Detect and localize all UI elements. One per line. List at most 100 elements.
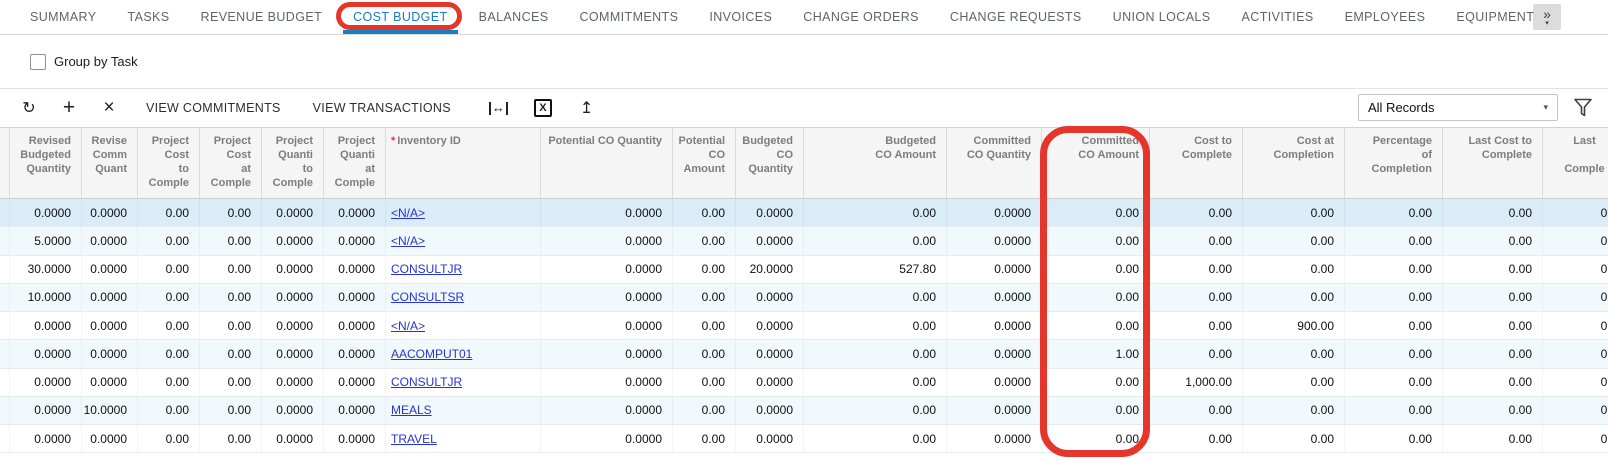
fit-column-width-button[interactable]: ↔ (489, 102, 508, 115)
grid-cell-last-cost-to-complete[interactable]: 0.00 (1443, 312, 1543, 339)
grid-cell-project-cost-to-complete[interactable]: 0.00 (138, 199, 200, 226)
grid-cell-project-quantity-to-complete[interactable]: 0.0000 (262, 199, 324, 226)
tab-cost-budget[interactable]: COST BUDGET (353, 0, 447, 34)
column-header-potential-co-amount[interactable]: PotentialCOAmount (673, 128, 736, 198)
grid-cell-budgeted-co-quantity[interactable]: 20.0000 (736, 256, 804, 283)
grid-cell-revised-budgeted-quantity[interactable]: 0.0000 (10, 199, 82, 226)
grid-cell-cost-at-completion[interactable]: 0.00 (1243, 227, 1345, 254)
grid-cell-revised-committed-quantity[interactable]: 0.0000 (82, 199, 138, 226)
grid-cell-committed-co-amount[interactable]: 0.00 (1042, 199, 1150, 226)
grid-cell-cost-to-complete[interactable]: 0.00 (1150, 227, 1243, 254)
grid-cell-revised-budgeted-quantity[interactable]: 0.0000 (10, 312, 82, 339)
grid-cell-project-quantity-to-complete[interactable]: 0.0000 (262, 369, 324, 396)
grid-cell-committed-co-amount[interactable]: 0.00 (1042, 227, 1150, 254)
grid-cell-committed-co-quantity[interactable]: 0.0000 (947, 369, 1042, 396)
grid-cell-revised-committed-quantity[interactable]: 0.0000 (82, 284, 138, 311)
grid-cell-committed-co-amount[interactable]: 0.00 (1042, 369, 1150, 396)
grid-cell-cost-at-completion[interactable]: 0.00 (1243, 256, 1345, 283)
records-filter-dropdown[interactable]: All Records ▾ (1358, 94, 1558, 121)
inventory-id-link[interactable]: AACOMPUT01 (391, 347, 472, 361)
column-header-revised-budgeted-quantity[interactable]: RevisedBudgetedQuantity (10, 128, 82, 198)
grid-cell-cost-to-complete[interactable]: 1,000.00 (1150, 369, 1243, 396)
grid-cell-committed-co-quantity[interactable]: 0.0000 (947, 312, 1042, 339)
inventory-id-link[interactable]: CONSULTJR (391, 375, 462, 389)
column-header-percentage-of-completion[interactable]: PercentageofCompletion (1345, 128, 1443, 198)
column-header-project-quantity-to-complete[interactable]: ProjectQuantitoComple (262, 128, 324, 198)
view-transactions-button[interactable]: VIEW TRANSACTIONS (301, 94, 463, 122)
grid-cell-potential-co-quantity[interactable]: 0.0000 (541, 369, 673, 396)
grid-cell-budgeted-co-amount[interactable]: 0.00 (804, 199, 947, 226)
grid-cell-budgeted-co-quantity[interactable]: 0.0000 (736, 425, 804, 452)
grid-cell-inventory-id[interactable]: <N/A> (386, 227, 541, 254)
grid-cell-project-cost-at-completion[interactable]: 0.00 (200, 340, 262, 367)
grid-cell-potential-co-quantity[interactable]: 0.0000 (541, 425, 673, 452)
column-header-cost-to-complete[interactable]: Cost toComplete (1150, 128, 1243, 198)
table-row[interactable]: 10.00000.00000.000.000.00000.0000CONSULT… (0, 284, 1608, 312)
grid-cell-row-selector[interactable] (0, 312, 10, 339)
grid-cell-committed-co-quantity[interactable]: 0.0000 (947, 284, 1042, 311)
grid-cell-percentage-of-completion[interactable]: 0.00 (1345, 425, 1443, 452)
grid-cell-revised-committed-quantity[interactable]: 0.0000 (82, 369, 138, 396)
grid-cell-cost-at-completion[interactable]: 0.00 (1243, 369, 1345, 396)
column-header-project-quantity-at-completion[interactable]: ProjectQuantiatComple (324, 128, 386, 198)
grid-cell-project-quantity-at-completion[interactable]: 0.0000 (324, 284, 386, 311)
grid-cell-project-quantity-to-complete[interactable]: 0.0000 (262, 227, 324, 254)
grid-cell-row-selector[interactable] (0, 425, 10, 452)
grid-cell-percentage-of-completion[interactable]: 0.00 (1345, 284, 1443, 311)
delete-row-button[interactable]: × (92, 94, 126, 122)
upload-button[interactable]: ↥ (580, 94, 593, 122)
inventory-id-link[interactable]: <N/A> (391, 234, 425, 248)
grid-cell-last-cost-to-complete[interactable]: 0.00 (1443, 284, 1543, 311)
grid-cell-percentage-of-completion[interactable]: 0.00 (1345, 256, 1443, 283)
grid-cell-potential-co-amount[interactable]: 0.00 (673, 312, 736, 339)
grid-cell-potential-co-quantity[interactable]: 0.0000 (541, 397, 673, 424)
grid-cell-cost-to-complete[interactable]: 0.00 (1150, 312, 1243, 339)
column-header-revised-committed-quantity[interactable]: ReviseCommQuant (82, 128, 138, 198)
grid-cell-revised-committed-quantity[interactable]: 0.0000 (82, 340, 138, 367)
grid-cell-committed-co-quantity[interactable]: 0.0000 (947, 397, 1042, 424)
grid-cell-cost-at-completion[interactable]: 0.00 (1243, 425, 1345, 452)
inventory-id-link[interactable]: CONSULTSR (391, 290, 464, 304)
grid-cell-revised-budgeted-quantity[interactable]: 0.0000 (10, 425, 82, 452)
grid-cell-inventory-id[interactable]: CONSULTJR (386, 369, 541, 396)
grid-cell-revised-committed-quantity[interactable]: 0.0000 (82, 256, 138, 283)
column-header-budgeted-co-quantity[interactable]: BudgetedCOQuantity (736, 128, 804, 198)
grid-cell-project-quantity-to-complete[interactable]: 0.0000 (262, 397, 324, 424)
grid-cell-cost-at-completion[interactable]: 0.00 (1243, 340, 1345, 367)
table-row[interactable]: 0.00000.00000.000.000.00000.0000<N/A>0.0… (0, 312, 1608, 340)
table-row[interactable]: 30.00000.00000.000.000.00000.0000CONSULT… (0, 256, 1608, 284)
inventory-id-link[interactable]: <N/A> (391, 206, 425, 220)
grid-cell-budgeted-co-quantity[interactable]: 0.0000 (736, 199, 804, 226)
grid-cell-project-cost-to-complete[interactable]: 0.00 (138, 256, 200, 283)
grid-cell-committed-co-quantity[interactable]: 0.0000 (947, 199, 1042, 226)
group-by-task-checkbox[interactable] (30, 54, 46, 70)
grid-cell-budgeted-co-amount[interactable]: 0.00 (804, 369, 947, 396)
grid-cell-last-cost-to-complete-cutoff[interactable]: 0.00 (1543, 227, 1608, 254)
column-header-committed-co-quantity[interactable]: CommittedCO Quantity (947, 128, 1042, 198)
add-row-button[interactable]: + (52, 94, 86, 122)
grid-cell-cost-to-complete[interactable]: 0.00 (1150, 397, 1243, 424)
grid-cell-project-cost-to-complete[interactable]: 0.00 (138, 312, 200, 339)
grid-cell-budgeted-co-amount[interactable]: 527.80 (804, 256, 947, 283)
grid-cell-budgeted-co-quantity[interactable]: 0.0000 (736, 227, 804, 254)
grid-cell-project-quantity-at-completion[interactable]: 0.0000 (324, 397, 386, 424)
grid-cell-last-cost-to-complete-cutoff[interactable]: 0.00 (1543, 397, 1608, 424)
grid-cell-budgeted-co-amount[interactable]: 0.00 (804, 312, 947, 339)
grid-cell-project-quantity-at-completion[interactable]: 0.0000 (324, 312, 386, 339)
grid-cell-potential-co-quantity[interactable]: 0.0000 (541, 227, 673, 254)
grid-cell-committed-co-quantity[interactable]: 0.0000 (947, 227, 1042, 254)
column-header-last-cost-to-complete-cutoff[interactable]: Last Comple (1543, 128, 1608, 198)
grid-cell-project-quantity-at-completion[interactable]: 0.0000 (324, 256, 386, 283)
grid-cell-cost-at-completion[interactable]: 0.00 (1243, 397, 1345, 424)
grid-cell-last-cost-to-complete-cutoff[interactable]: 0.00 (1543, 256, 1608, 283)
grid-cell-project-cost-at-completion[interactable]: 0.00 (200, 369, 262, 396)
grid-cell-project-cost-at-completion[interactable]: 0.00 (200, 227, 262, 254)
column-header-last-cost-to-complete[interactable]: Last Cost toComplete (1443, 128, 1543, 198)
grid-cell-project-cost-to-complete[interactable]: 0.00 (138, 369, 200, 396)
inventory-id-link[interactable]: MEALS (391, 403, 432, 417)
tab-summary[interactable]: SUMMARY (30, 0, 96, 34)
grid-cell-budgeted-co-amount[interactable]: 0.00 (804, 227, 947, 254)
grid-cell-last-cost-to-complete[interactable]: 0.00 (1443, 397, 1543, 424)
grid-cell-project-quantity-to-complete[interactable]: 0.0000 (262, 425, 324, 452)
grid-cell-project-quantity-at-completion[interactable]: 0.0000 (324, 227, 386, 254)
